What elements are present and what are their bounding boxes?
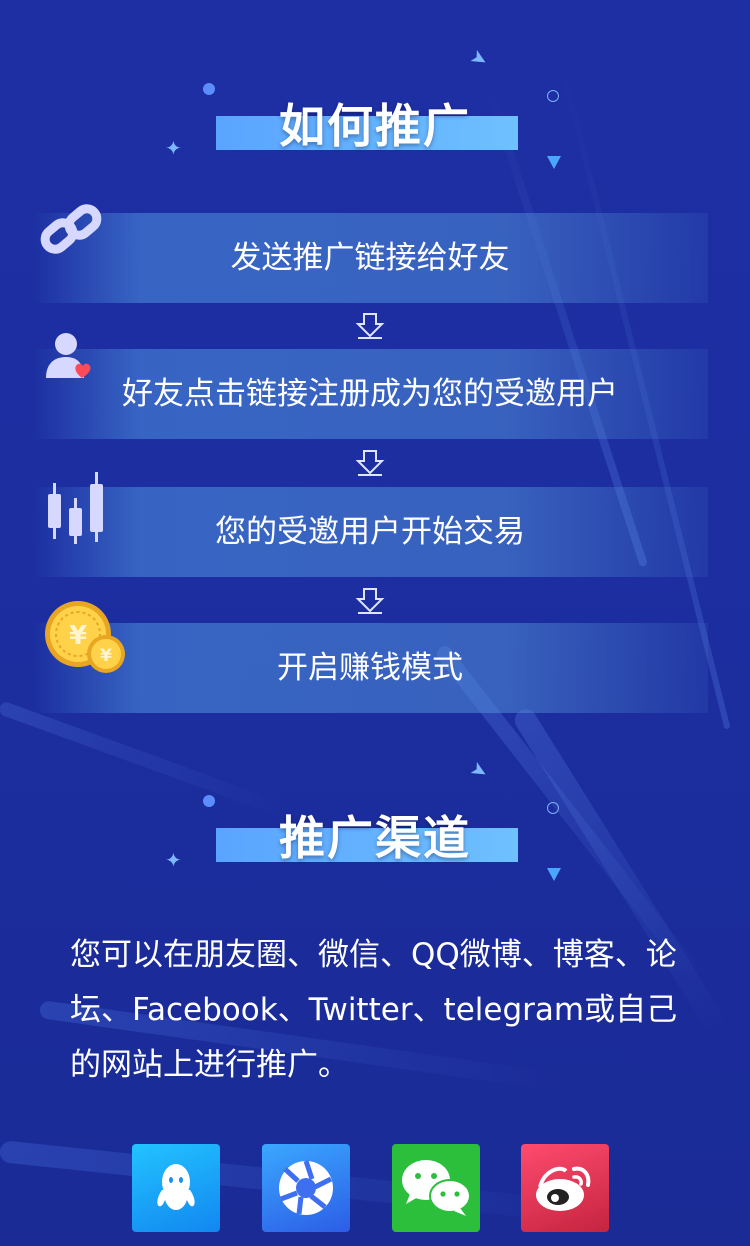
user-heart-icon [44,330,96,386]
sparkle-decoration: ➤ [466,43,493,73]
step-earn-mode: 开启赚钱模式 [32,623,708,713]
down-arrow-icon [355,449,385,477]
step-label: 您的受邀用户开始交易 [215,514,525,550]
step-user-trades: 您的受邀用户开始交易 [32,487,708,577]
weibo-icon[interactable] [521,1144,609,1232]
sparkle-decoration: ➤ [466,755,493,785]
section-channels-header: ✦ ➤ 推广渠道 [0,755,750,932]
section-title: 如何推广 [279,99,471,153]
link-icon [36,196,108,272]
wechat-icon[interactable] [392,1144,480,1232]
qq-icon[interactable] [132,1144,220,1232]
step-label: 开启赚钱模式 [277,650,463,686]
down-arrow-icon [355,312,385,340]
channels-description: 您可以在朋友圈、微信、QQ微博、博客、论坛、Facebook、Twitter、t… [70,937,678,1083]
section-title: 推广渠道 [279,811,471,865]
step-label: 发送推广链接给好友 [230,240,510,276]
aperture-icon[interactable] [262,1144,350,1232]
step-send-link: 发送推广链接给好友 [32,213,708,303]
down-arrow-icon [355,587,385,615]
gold-coins-icon: ¥ ¥ [44,600,128,680]
triangle-decoration [547,868,561,881]
triangle-decoration [547,156,561,169]
step-label: 好友点击链接注册成为您的受邀用户 [122,376,618,412]
section-how-to-promote-header: ✦ ➤ 如何推广 [0,43,750,220]
svg-text:¥: ¥ [100,646,112,666]
candlestick-icon [44,470,108,554]
step-friend-registers: 好友点击链接注册成为您的受邀用户 [32,349,708,439]
svg-text:¥: ¥ [69,621,87,651]
